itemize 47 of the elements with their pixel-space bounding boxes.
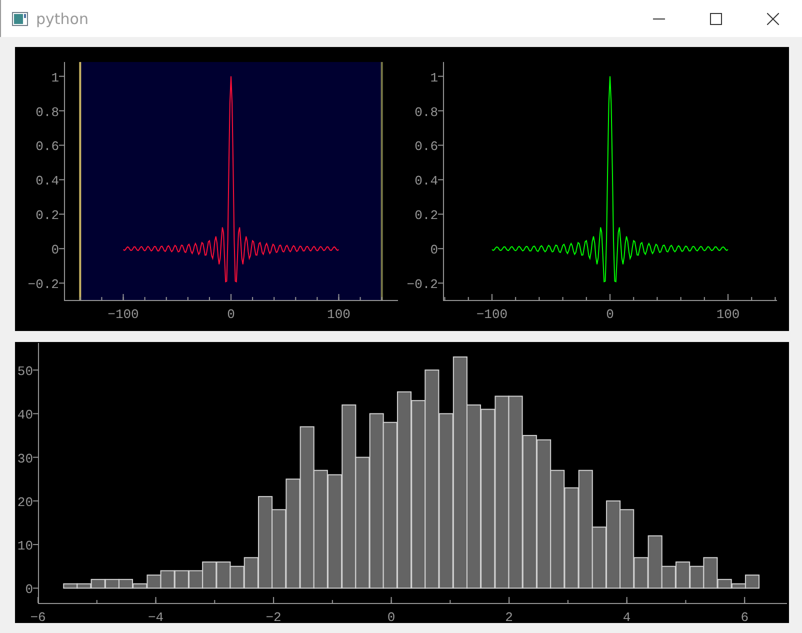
axis-tick-label: 0.8 bbox=[36, 104, 59, 120]
axis-tick-label: −0.2 bbox=[28, 277, 59, 292]
region-edge-handle[interactable] bbox=[380, 62, 383, 300]
axis-tick-label: 0.8 bbox=[414, 104, 438, 120]
axis-tick-label: −4 bbox=[148, 610, 164, 623]
window-title: python bbox=[36, 10, 88, 28]
axis-tick-label: 20 bbox=[17, 494, 33, 510]
histogram-bar bbox=[160, 570, 175, 589]
axis-tick-label: 0.2 bbox=[414, 208, 438, 224]
axis-tick-label: −6 bbox=[30, 610, 46, 623]
axis-tick-label: 4 bbox=[622, 610, 631, 623]
axis-tick-label: −100 bbox=[476, 307, 508, 322]
axis-tick-label: 0.6 bbox=[36, 139, 59, 154]
histogram-bar bbox=[174, 570, 189, 589]
histogram-bar bbox=[690, 566, 704, 589]
histogram-bar bbox=[676, 562, 690, 589]
axis-tick-label: 0 bbox=[51, 242, 59, 258]
axis-tick-label: 6 bbox=[740, 610, 748, 623]
axis-tick-label: −0.2 bbox=[406, 277, 438, 292]
axis-tick-label: 2 bbox=[505, 610, 513, 623]
axis-tick-label: 0.4 bbox=[414, 174, 438, 189]
axis-tick-label: 30 bbox=[17, 451, 33, 466]
axis-tick-label: 0 bbox=[387, 610, 396, 623]
maximize-icon bbox=[710, 12, 722, 24]
axis-tick-label: 100 bbox=[716, 307, 740, 322]
axis-tick-label: 100 bbox=[327, 307, 350, 322]
close-icon bbox=[767, 12, 779, 24]
axis-tick-label: 1 bbox=[430, 70, 438, 86]
axis-tick-label: 0 bbox=[227, 307, 235, 322]
axis-tick-label: 40 bbox=[17, 408, 33, 423]
axis-tick-label: −100 bbox=[108, 307, 139, 322]
histogram-bar bbox=[104, 578, 120, 589]
app-icon bbox=[12, 12, 28, 26]
axis-tick-label: 0 bbox=[606, 307, 614, 322]
axis-tick-label: −2 bbox=[266, 610, 282, 623]
axis-tick-label: 50 bbox=[17, 364, 33, 380]
axis-tick-label: 0 bbox=[25, 582, 33, 598]
axis-tick-label: 10 bbox=[17, 538, 33, 554]
axis-tick-label: 0.4 bbox=[36, 174, 59, 189]
region-edge-handle[interactable] bbox=[79, 62, 82, 300]
axis-tick-label: 0.2 bbox=[36, 208, 59, 224]
histogram-bar bbox=[216, 562, 231, 589]
axis-tick-label: 1 bbox=[51, 70, 59, 86]
axis-tick-label: 0.6 bbox=[414, 139, 438, 154]
axis-tick-label: 0 bbox=[430, 242, 438, 258]
histogram-bar bbox=[230, 566, 244, 589]
selection-region[interactable] bbox=[80, 62, 382, 300]
